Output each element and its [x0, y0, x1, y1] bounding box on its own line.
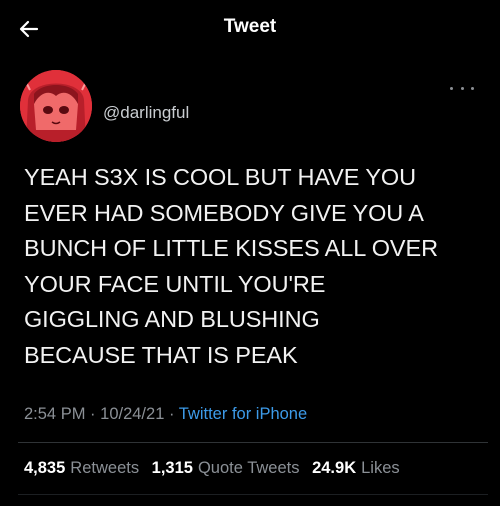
likes-stat[interactable]: 24.9K Likes — [312, 459, 400, 477]
likes-count: 24.9K — [312, 459, 357, 477]
likes-label: Likes — [361, 459, 400, 477]
tweet-header: Tweet — [0, 0, 500, 56]
meta-separator: · — [168, 405, 175, 423]
tweet-stats: 4,835 Retweets 1,315 Quote Tweets 24.9K Lik… — [24, 459, 408, 478]
tweet-meta: 2:54 PM · 10/24/21 · Twitter for iPhone — [24, 405, 307, 424]
more-horizontal-icon-dot — [471, 86, 474, 90]
tweet-date[interactable]: 10/24/21 — [100, 405, 164, 423]
more-horizontal-icon — [450, 86, 453, 90]
more-options-button[interactable] — [450, 80, 474, 96]
retweets-count: 4,835 — [24, 459, 66, 477]
quote-tweets-count: 1,315 — [151, 459, 193, 477]
retweets-stat[interactable]: 4,835 Retweets — [24, 459, 139, 477]
divider — [18, 442, 488, 443]
profile-avatar-image — [20, 70, 92, 142]
tweet-text-line: YEAH S3X IS COOL BUT HAVE YOU — [24, 164, 416, 190]
quote-tweets-label: Quote Tweets — [197, 459, 300, 477]
tweet-source-link[interactable]: Twitter for iPhone — [179, 405, 307, 423]
tweet-text-line: BECAUSE THAT IS PEAK — [24, 341, 298, 368]
tweet-text: YEAH S3X IS COOL BUT HAVE YOU EVER HAD S… — [24, 160, 489, 373]
retweets-label: Retweets — [70, 459, 140, 477]
more-horizontal-icon-dot — [460, 86, 464, 90]
quote-tweets-stat[interactable]: 1,315 Quote Tweets — [152, 459, 300, 477]
divider — [18, 494, 488, 495]
tweet-text-line: EVER HAD SOMEBODY GIVE YOU A — [24, 199, 424, 226]
meta-separator: · — [90, 405, 96, 423]
tweet-text-line: GIGGLING AND BLUSHING — [24, 306, 320, 332]
avatar[interactable] — [20, 70, 92, 142]
author-handle[interactable]: @darlingful — [103, 103, 189, 123]
tweet-time[interactable]: 2:54 PM — [24, 405, 85, 423]
tweet-text-line: BUNCH OF LITTLE KISSES ALL OVER — [24, 235, 438, 261]
tweet-text-line: YOUR FACE UNTIL YOU'RE — [24, 270, 326, 297]
page-title: Tweet — [223, 16, 277, 37]
